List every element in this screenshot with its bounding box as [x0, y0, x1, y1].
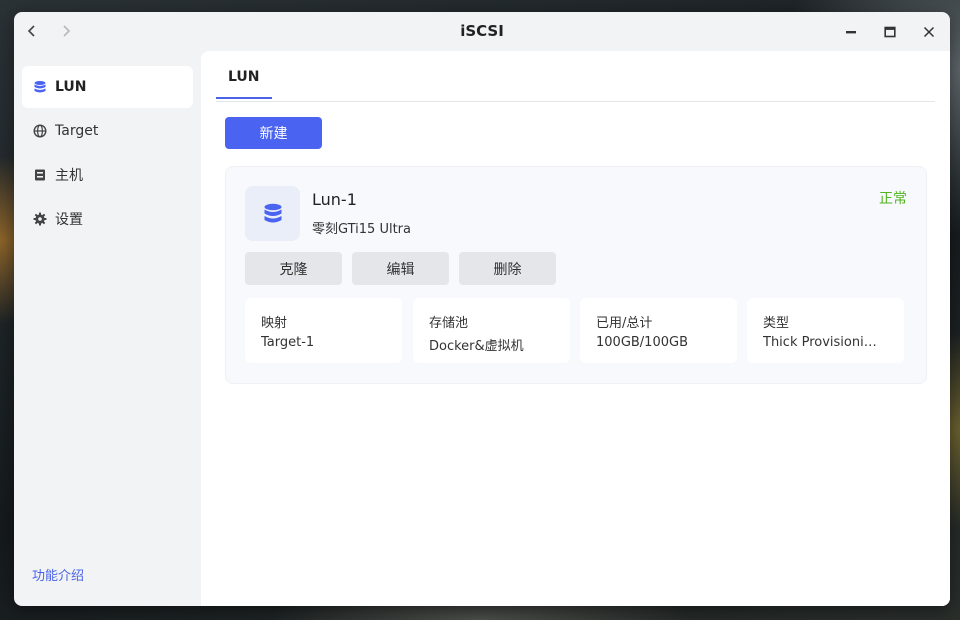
close-icon	[923, 26, 935, 38]
clone-button[interactable]: 克隆	[245, 252, 342, 285]
lun-icon-box	[245, 186, 300, 241]
close-button[interactable]	[918, 21, 940, 43]
gear-icon	[32, 211, 48, 227]
lun-card: Lun-1 零刻GTi15 Ultra 正常 克隆 编辑 删除 映射 Targe…	[225, 166, 927, 384]
sidebar-item-label: 设置	[55, 212, 83, 228]
maximize-button[interactable]	[879, 21, 901, 43]
delete-button[interactable]: 删除	[459, 252, 556, 285]
info-usage: 已用/总计 100GB/100GB	[580, 298, 737, 363]
info-label: 已用/总计	[596, 316, 653, 331]
info-label: 类型	[763, 316, 790, 331]
sidebar-item-label: 主机	[55, 168, 83, 184]
info-label: 映射	[261, 316, 288, 331]
edit-button[interactable]: 编辑	[352, 252, 449, 285]
info-value: Target-1	[261, 335, 315, 350]
globe-icon	[32, 123, 48, 139]
sidebar-item-target[interactable]: Target	[22, 110, 193, 152]
database-icon	[264, 203, 281, 222]
main-panel: LUN 新建 Lun-1 零刻GTi15 Ultra 正常 克隆 编辑 删除 映…	[201, 51, 950, 606]
sidebar-item-settings[interactable]: 设置	[22, 198, 193, 240]
feature-intro-link[interactable]: 功能介绍	[32, 565, 84, 584]
info-mapping: 映射 Target-1	[245, 298, 402, 363]
sidebar-item-label: Target	[55, 123, 99, 139]
info-value: Docker&虚拟机	[429, 339, 524, 354]
info-value: 100GB/100GB	[596, 335, 688, 350]
database-icon	[32, 79, 48, 95]
info-storage-pool: 存储池 Docker&虚拟机	[413, 298, 570, 363]
lun-device: 零刻GTi15 Ultra	[312, 222, 411, 237]
iscsi-window: iSCSI LUN Target 主机 设置 功能介绍 LUN 新建 Lun-1…	[14, 12, 950, 606]
sidebar: LUN Target 主机 设置 功能介绍	[14, 51, 201, 606]
info-type: 类型 Thick Provisioni…	[747, 298, 904, 363]
info-label: 存储池	[429, 316, 469, 331]
title-bar: iSCSI	[14, 12, 950, 51]
window-title: iSCSI	[460, 22, 504, 40]
sidebar-item-lun[interactable]: LUN	[22, 66, 193, 108]
tab-bar: LUN	[216, 51, 935, 102]
sidebar-item-host[interactable]: 主机	[22, 154, 193, 196]
minimize-button[interactable]	[840, 21, 862, 43]
status-badge: 正常	[879, 191, 907, 207]
lun-name: Lun-1	[312, 190, 357, 209]
server-icon	[32, 167, 48, 183]
tab-lun[interactable]: LUN	[216, 69, 272, 99]
info-value: Thick Provisioni…	[763, 335, 877, 350]
sidebar-item-label: LUN	[55, 79, 87, 95]
maximize-icon	[884, 26, 896, 38]
minimize-icon	[846, 31, 856, 34]
new-button[interactable]: 新建	[225, 117, 322, 149]
